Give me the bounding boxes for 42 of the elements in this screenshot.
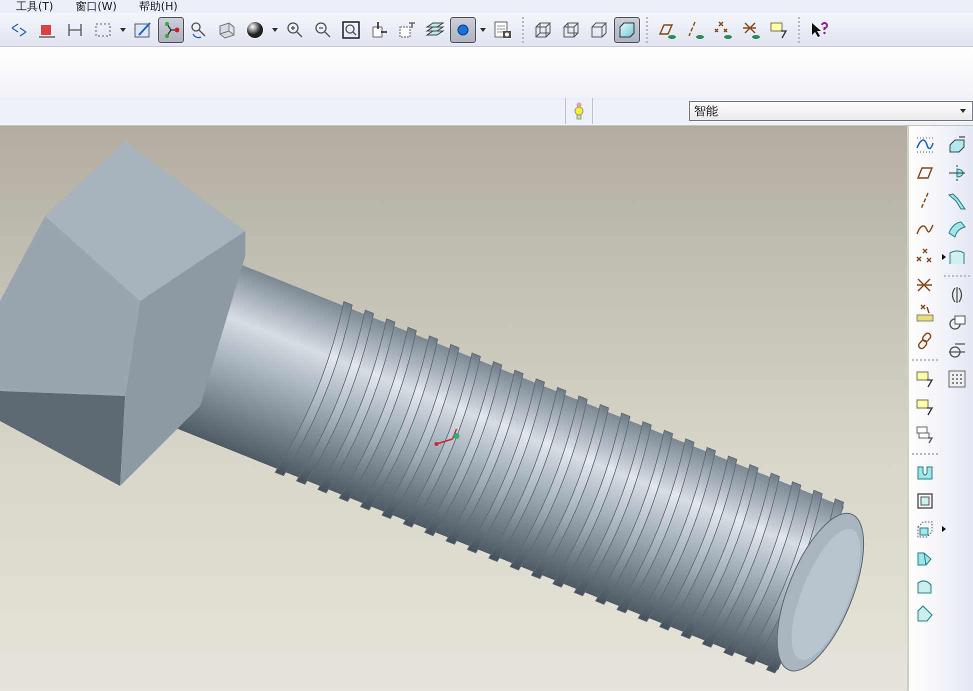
toolbar-button[interactable]: [614, 16, 640, 42]
ruler-icon: [915, 303, 935, 323]
wireframe-icon: [533, 20, 553, 40]
flyout-arrow-icon[interactable]: [942, 526, 946, 532]
menu-item[interactable]: 窗口(W): [75, 1, 117, 13]
box-outline-icon: [589, 20, 609, 40]
note-stack-icon: [915, 425, 935, 445]
view-manager-icon: [493, 20, 513, 40]
revolve-icon: [947, 163, 967, 183]
zoom-fit-icon: [341, 20, 361, 40]
sketch-curve-icon: [915, 135, 935, 155]
orient-icon: [217, 20, 237, 40]
sphere-icon: [245, 20, 265, 40]
view-cube-icon: [397, 20, 417, 40]
sweep-icon: [947, 191, 967, 211]
zoom-in-icon: [285, 20, 305, 40]
note-icon: [915, 397, 935, 417]
shell-icon: [915, 491, 935, 511]
toolbar-button[interactable]: [450, 16, 476, 42]
blend-icon: [947, 219, 967, 239]
menu-item[interactable]: 帮助(H): [138, 1, 178, 13]
sketch-icon: [133, 20, 153, 40]
filter-dropdown[interactable]: 智能: [689, 101, 973, 121]
axis-triad-icon: [434, 428, 460, 446]
pattern-icon: [947, 369, 967, 389]
caret-icon[interactable]: [120, 28, 126, 32]
menu-item[interactable]: 工具(T): [16, 1, 54, 13]
chamfer-icon: [915, 603, 935, 623]
light-bulb-icon: [574, 102, 584, 120]
note-icon: [769, 20, 789, 40]
csys-eye-icon: [741, 20, 761, 40]
shaded-cube-icon: [617, 20, 637, 40]
note-icon: [915, 369, 935, 389]
zoom-out-icon: [313, 20, 333, 40]
toolbar-button[interactable]: [158, 16, 184, 42]
hidden-line-icon: [561, 20, 581, 40]
caret-icon[interactable]: [272, 28, 278, 32]
points-eye-icon: [713, 20, 733, 40]
extrude-icon: [947, 135, 967, 155]
help-pointer-icon: [809, 20, 829, 40]
rib-icon: [915, 519, 935, 539]
caret-icon[interactable]: [480, 28, 486, 32]
